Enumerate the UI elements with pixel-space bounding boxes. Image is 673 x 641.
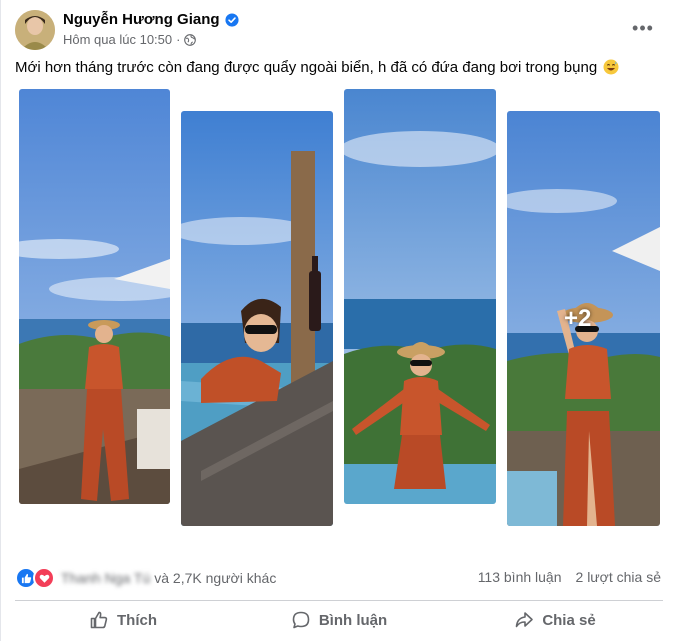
photo-4[interactable]: +2 <box>507 111 660 526</box>
author-name[interactable]: Nguyễn Hương Giang <box>63 11 220 28</box>
photo-2[interactable] <box>181 111 333 526</box>
action-divider <box>15 600 663 601</box>
globe-icon[interactable] <box>184 33 197 46</box>
photo-3[interactable] <box>344 89 496 504</box>
post-meta: Hôm qua lúc 10:50 · <box>63 32 197 47</box>
like-button[interactable]: Thích <box>15 603 231 637</box>
thumbs-up-icon <box>90 611 108 629</box>
photo-3-image <box>344 89 496 504</box>
meta-separator: · <box>176 32 181 47</box>
comment-label: Bình luận <box>318 611 388 629</box>
photo-1-image <box>19 89 170 504</box>
photo-2-image <box>181 111 333 526</box>
photo-1[interactable] <box>19 89 170 504</box>
post-caption: Mới hơn tháng trước còn đang được quẩy n… <box>15 58 655 78</box>
author-name-row: Nguyễn Hương Giang <box>63 11 239 28</box>
action-bar: Thích Bình luận Chia sẻ <box>15 603 663 637</box>
like-label: Thích <box>117 611 157 629</box>
share-arrow-icon <box>516 612 534 628</box>
comment-button[interactable]: Bình luận <box>231 603 447 637</box>
share-label: Chia sẻ <box>542 611 596 629</box>
caption-text: Mới hơn tháng trước còn đang được quẩy n… <box>15 59 598 76</box>
comment-bubble-icon <box>292 611 310 629</box>
love-reaction-icon <box>33 567 55 589</box>
post-timestamp[interactable]: Hôm qua lúc 10:50 <box>63 32 172 47</box>
grinning-sweat-emoji <box>603 59 619 75</box>
more-photos-count[interactable]: +2 <box>564 305 591 333</box>
share-button[interactable]: Chia sẻ <box>447 603 663 637</box>
verified-badge-icon <box>224 12 239 27</box>
reaction-names: Thanh Nga Tú <box>61 570 151 586</box>
reaction-summary[interactable]: Thanh Nga Tú và 2,7K người khác <box>15 567 276 589</box>
post-card: Nguyễn Hương Giang Hôm qua lúc 10:50 · •… <box>0 0 673 641</box>
engagement-stats: 113 bình luận 2 lượt chia sẻ <box>478 569 661 585</box>
reaction-count: và 2,7K người khác <box>154 570 277 586</box>
share-count[interactable]: 2 lượt chia sẻ <box>576 569 661 585</box>
reaction-text: Thanh Nga Tú và 2,7K người khác <box>61 570 276 586</box>
author-avatar[interactable] <box>15 10 55 50</box>
comment-count[interactable]: 113 bình luận <box>478 569 562 585</box>
more-options-icon[interactable]: ••• <box>629 16 657 40</box>
